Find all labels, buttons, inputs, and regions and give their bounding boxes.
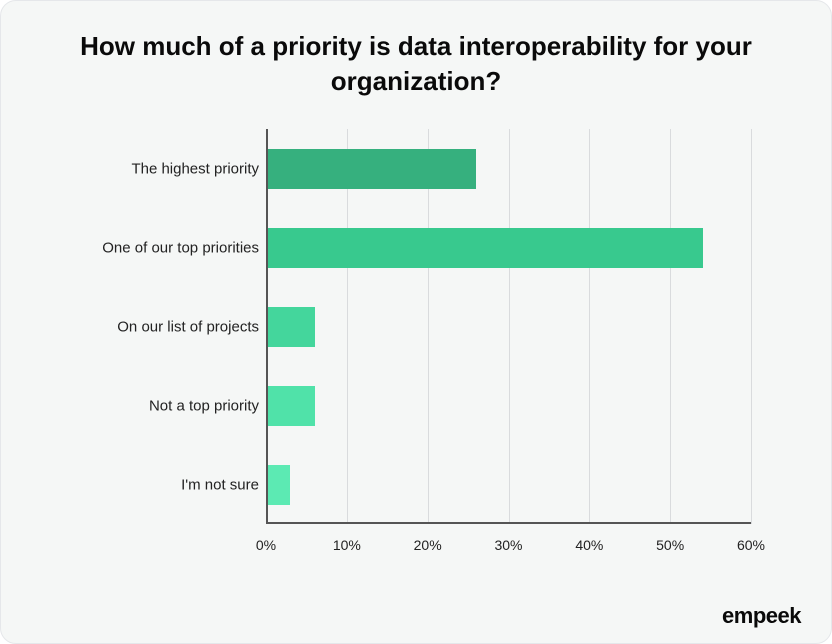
bar <box>268 307 315 347</box>
x-tick-label: 50% <box>656 537 684 553</box>
y-axis-labels: The highest priority One of our top prior… <box>81 129 259 524</box>
y-category-label: On our list of projects <box>117 318 259 335</box>
brand-logo: empeek <box>722 603 801 629</box>
x-tick-label: 10% <box>333 537 361 553</box>
bar <box>268 465 290 505</box>
y-category-label: I'm not sure <box>181 476 259 493</box>
y-category-label: Not a top priority <box>149 397 259 414</box>
bar <box>268 149 476 189</box>
bar <box>268 386 315 426</box>
y-category-label: One of our top priorities <box>102 239 259 256</box>
gridline <box>751 129 752 524</box>
bar <box>268 228 703 268</box>
x-tick-label: 20% <box>414 537 442 553</box>
chart-card: How much of a priority is data interoper… <box>0 0 832 644</box>
x-tick-label: 30% <box>494 537 522 553</box>
x-tick-label: 60% <box>737 537 765 553</box>
bars-container <box>266 129 751 524</box>
plot-region <box>266 129 751 524</box>
x-axis-ticks: 0%10%20%30%40%50%60% <box>266 529 751 559</box>
x-tick-label: 0% <box>256 537 276 553</box>
chart-area: The highest priority One of our top prior… <box>81 129 761 559</box>
y-axis-line <box>266 129 268 524</box>
x-tick-label: 40% <box>575 537 603 553</box>
y-category-label: The highest priority <box>131 160 259 177</box>
chart-title: How much of a priority is data interoper… <box>41 29 791 99</box>
x-axis-line <box>266 522 751 524</box>
